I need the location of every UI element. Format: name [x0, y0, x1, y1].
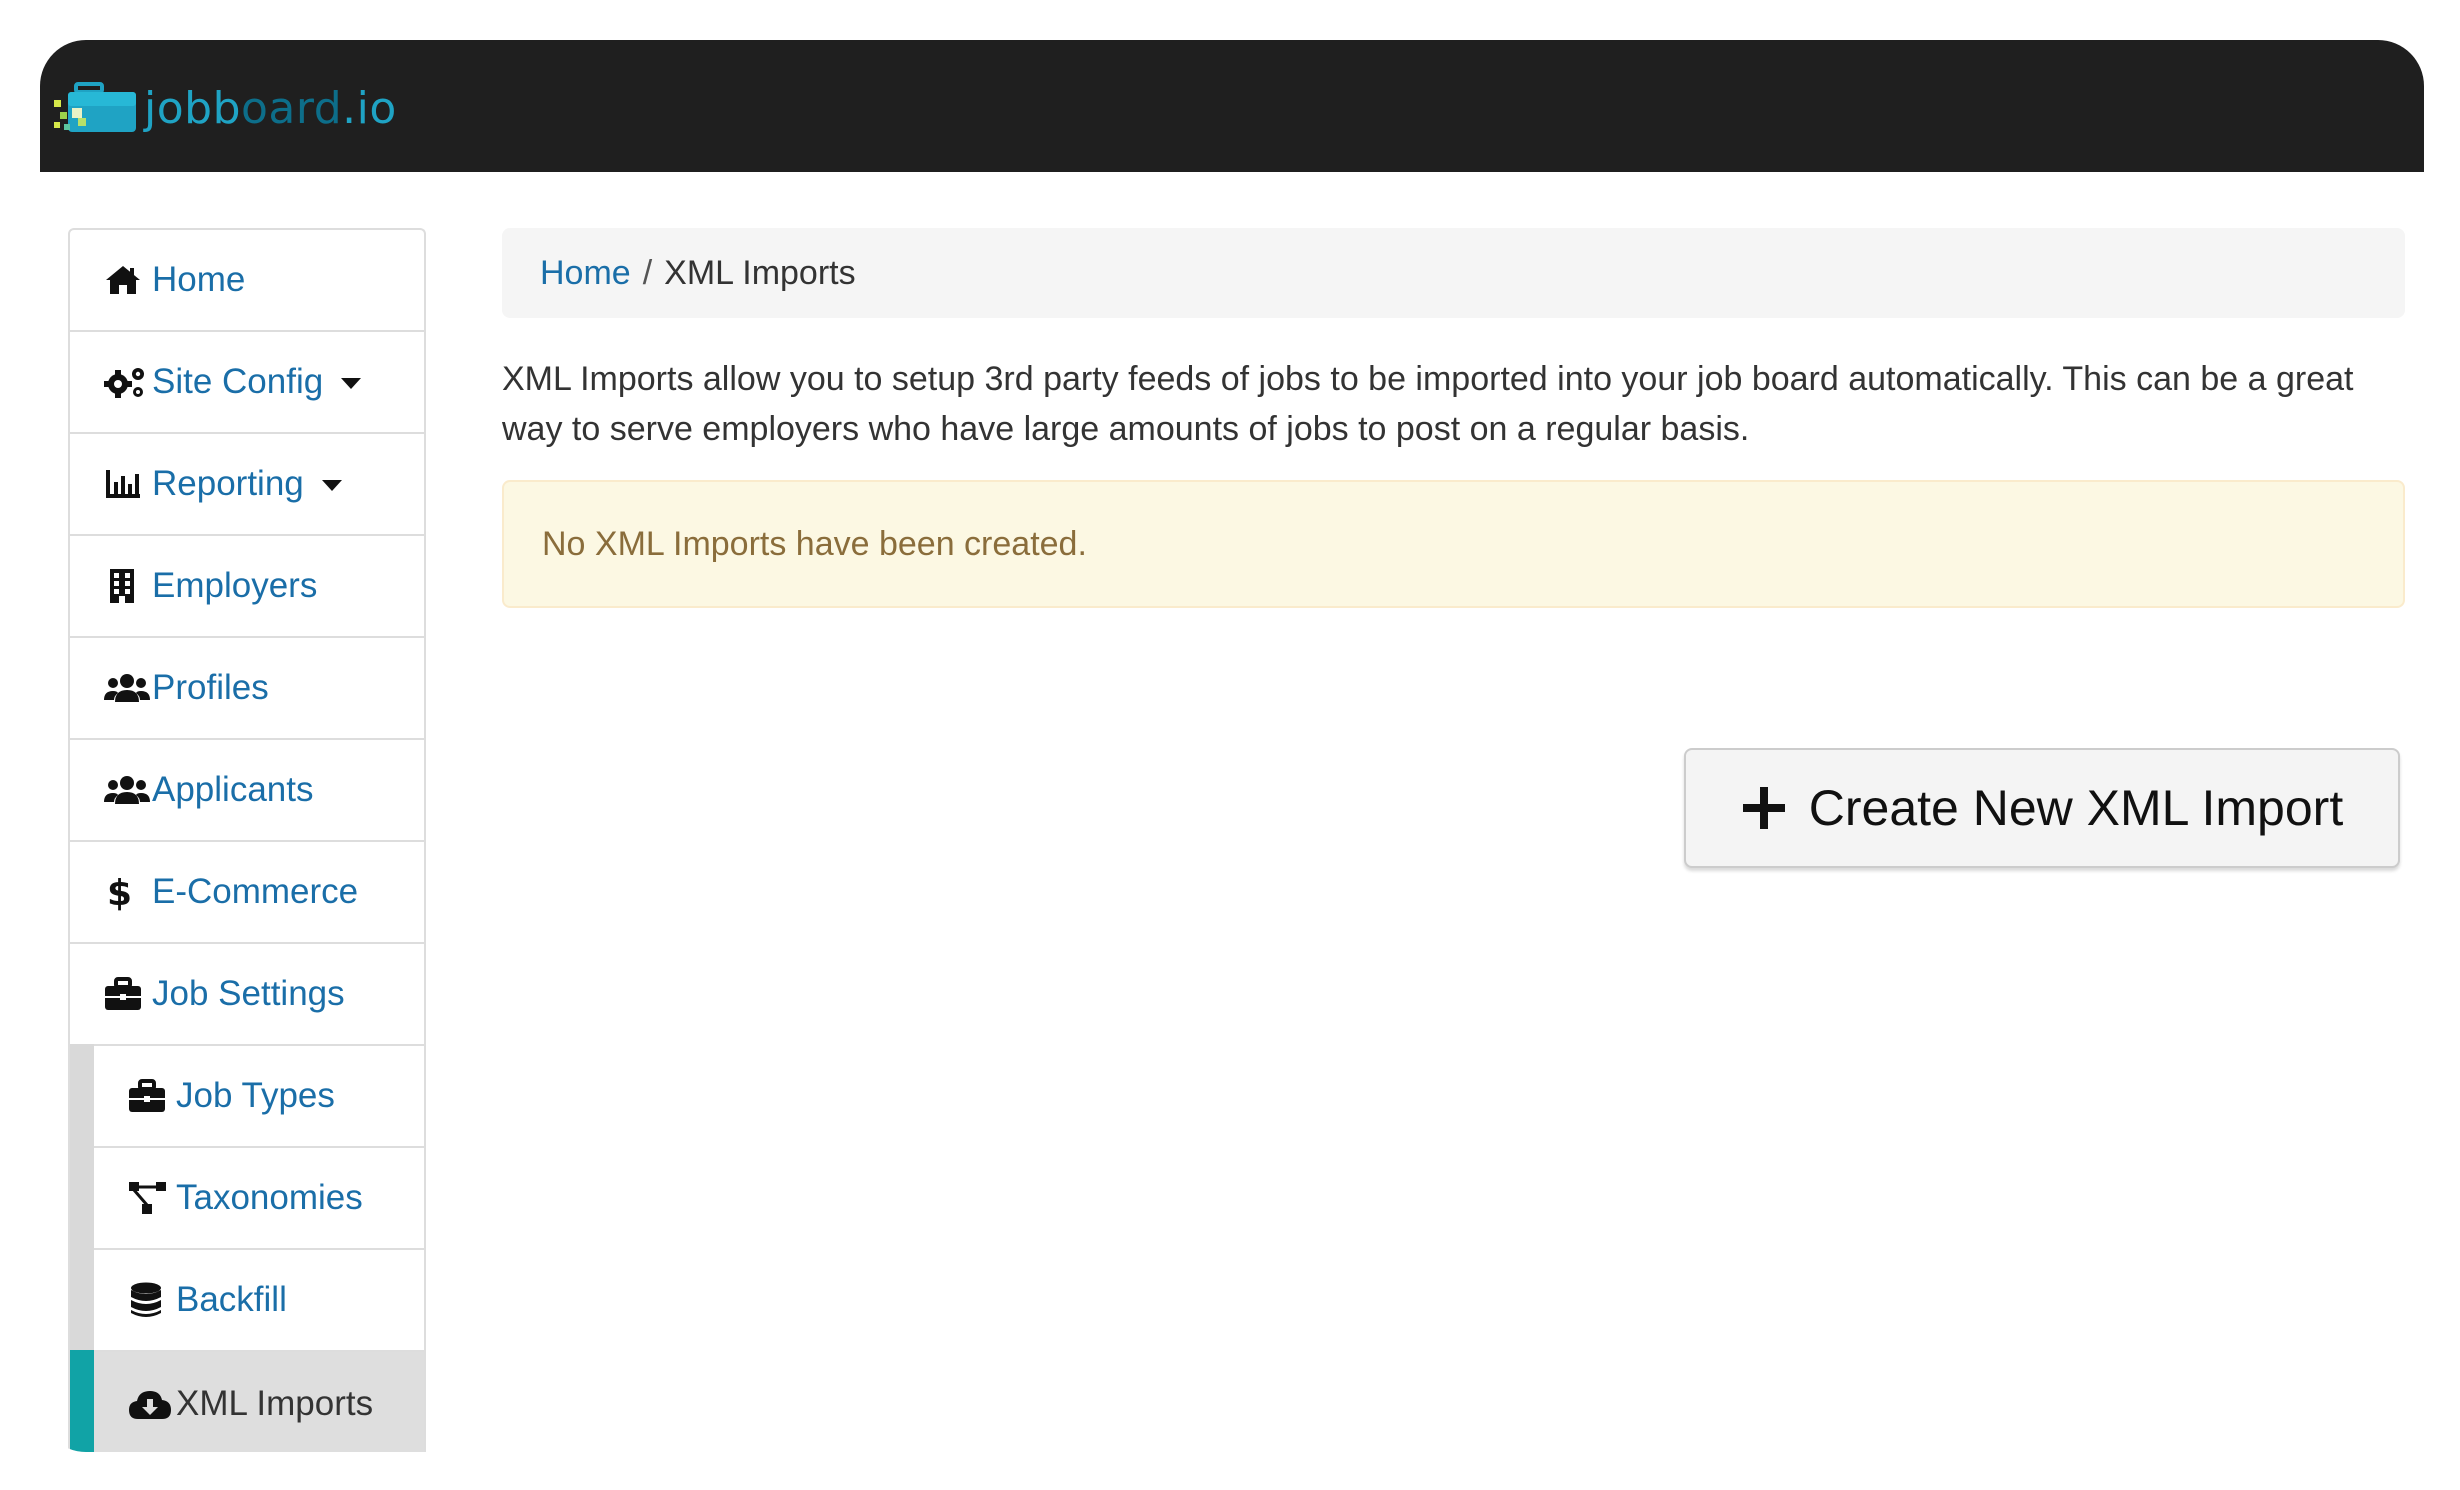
breadcrumb-current: XML Imports — [664, 253, 856, 292]
chevron-down-icon — [321, 479, 342, 491]
sidebar-item-job-settings[interactable]: Job Settings — [70, 944, 424, 1046]
sidebar-subitem-taxonomies[interactable]: Taxonomies — [70, 1146, 424, 1250]
plus-icon — [1741, 785, 1787, 831]
bar-chart-icon — [104, 464, 150, 504]
sitemap-icon — [128, 1178, 174, 1218]
sidebar-item-home[interactable]: Home — [70, 230, 424, 332]
sidebar-item-label: Applicants — [152, 770, 314, 809]
building-icon — [104, 566, 150, 606]
breadcrumb-separator: / — [642, 253, 653, 292]
sidebar-nav: Home Site Config Reporting Employers Pro… — [68, 228, 426, 1452]
main-content: Home / XML Imports XML Imports allow you… — [502, 228, 2405, 868]
database-icon — [128, 1280, 174, 1320]
sidebar-item-label: Site Config — [152, 362, 324, 401]
app-window: jobboard.io Home Site Config Reporting E… — [40, 40, 2424, 1452]
sidebar-item-label: Profiles — [152, 668, 269, 707]
create-xml-import-button[interactable]: Create New XML Import — [1684, 748, 2400, 868]
logo-briefcase-icon — [54, 82, 138, 134]
users-icon — [104, 770, 150, 810]
svg-text:$: $ — [107, 873, 132, 911]
page-description: XML Imports allow you to setup 3rd party… — [502, 360, 2354, 448]
top-navbar: jobboard.io — [40, 40, 2424, 172]
create-button-label: Create New XML Import — [1808, 780, 2344, 836]
sidebar-subitem-xml-imports[interactable]: XML Imports — [70, 1350, 424, 1452]
breadcrumb: Home / XML Imports — [502, 228, 2405, 318]
sidebar-item-profiles[interactable]: Profiles — [70, 638, 424, 740]
briefcase-icon — [104, 974, 150, 1014]
sidebar-item-label: Job Types — [176, 1076, 335, 1115]
logo-text: jobboard.io — [144, 82, 397, 134]
sidebar-item-label: Backfill — [176, 1280, 287, 1319]
sidebar-item-site-config[interactable]: Site Config — [70, 332, 424, 434]
users-icon — [104, 668, 150, 708]
cloud-download-icon — [128, 1384, 174, 1424]
sidebar-item-reporting[interactable]: Reporting — [70, 434, 424, 536]
sidebar-item-label: XML Imports — [176, 1384, 374, 1423]
sidebar-item-label: Taxonomies — [176, 1178, 363, 1217]
sidebar-subitem-backfill[interactable]: Backfill — [70, 1248, 424, 1352]
logo[interactable]: jobboard.io — [54, 76, 397, 140]
sidebar-item-label: Employers — [152, 566, 318, 605]
sidebar-item-employers[interactable]: Employers — [70, 536, 424, 638]
chevron-down-icon — [341, 377, 362, 389]
dollar-icon: $ — [104, 872, 150, 912]
sidebar-item-label: Job Settings — [152, 974, 345, 1013]
sidebar-item-e-commerce[interactable]: $ E-Commerce — [70, 842, 424, 944]
cogs-icon — [104, 362, 150, 402]
sidebar-item-label: Reporting — [152, 464, 304, 503]
sidebar-item-label: E-Commerce — [152, 872, 359, 911]
sidebar-subitem-job-types[interactable]: Job Types — [70, 1044, 424, 1148]
sidebar-item-applicants[interactable]: Applicants — [70, 740, 424, 842]
alert-text: No XML Imports have been created. — [542, 524, 1087, 563]
sidebar-item-label: Home — [152, 260, 246, 299]
breadcrumb-home-link[interactable]: Home — [540, 254, 631, 293]
home-icon — [104, 260, 150, 300]
briefcase-icon — [128, 1076, 174, 1116]
empty-state-alert: No XML Imports have been created. — [502, 480, 2405, 608]
